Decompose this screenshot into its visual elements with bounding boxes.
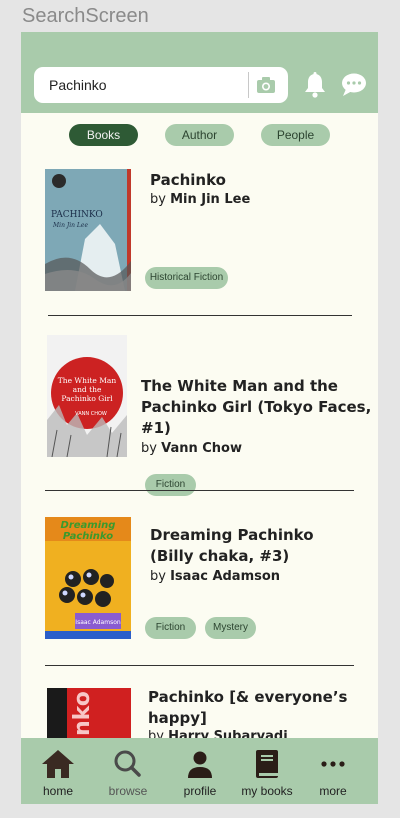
bottom-nav: home browse profile my books more — [21, 738, 378, 804]
nav-browse-label: browse — [108, 784, 148, 798]
book-title-line[interactable]: Pachinko — [150, 170, 226, 191]
cover-title-text: Pachinko — [63, 531, 113, 542]
nav-profile-label: profile — [183, 784, 217, 798]
cover-author-text: Min Jin Lee — [52, 222, 88, 229]
chat-icon[interactable] — [340, 72, 368, 98]
cover-title-text: The White Man — [58, 376, 117, 385]
cover-title-text: Dreaming — [61, 520, 116, 531]
book-author[interactable]: by Min Jin Lee — [150, 192, 250, 207]
filter-people-button[interactable]: People — [261, 124, 330, 146]
cover-title-text: and the — [73, 385, 102, 394]
bell-icon[interactable] — [302, 71, 328, 99]
genre-tag[interactable]: Mystery — [205, 617, 256, 639]
cover-title-text: PACHINKO — [51, 210, 103, 220]
nav-profile[interactable]: profile — [165, 738, 235, 804]
genre-tag[interactable]: Fiction — [145, 617, 196, 639]
filter-author-button[interactable]: Author — [165, 124, 234, 146]
nav-more[interactable]: more — [298, 738, 368, 804]
genre-tag[interactable]: Historical Fiction — [145, 267, 228, 289]
phone-frame: Pachinko Books Author People PACHINKO Mi… — [21, 32, 378, 804]
nav-my-books-label: my books — [241, 784, 293, 798]
home-icon — [42, 750, 74, 778]
book-cover-image[interactable]: Dreaming Pachinko Isaac Adamson — [45, 517, 131, 639]
book-title-line[interactable]: #1) — [141, 418, 371, 439]
cover-author-text: Isaac Adamson — [75, 619, 121, 626]
cover-author-text: VANN CHOW — [75, 411, 107, 417]
cover-title-text: nko — [70, 691, 95, 736]
result-divider — [45, 665, 354, 666]
book-author[interactable]: by Isaac Adamson — [150, 569, 280, 584]
book-title-line[interactable]: happy] — [148, 708, 347, 729]
search-input[interactable]: Pachinko — [34, 67, 288, 103]
more-icon — [321, 761, 345, 767]
search-input-value[interactable]: Pachinko — [49, 77, 107, 93]
book-title-line[interactable]: Pachinko Girl (Tokyo Faces, — [141, 397, 371, 418]
book-title-line[interactable]: Dreaming Pachinko — [150, 525, 314, 546]
book-cover-image[interactable]: PACHINKO Min Jin Lee — [45, 169, 131, 291]
book-result-item[interactable]: Dreaming Pachinko Isaac Adamson Dreaming… — [21, 517, 378, 667]
book-result-item[interactable]: PACHINKO Min Jin Lee Pachinko by Min Jin… — [21, 168, 378, 316]
book-author-name[interactable]: Min Jin Lee — [170, 192, 250, 207]
book-by-label: by — [141, 441, 157, 456]
search-divider — [248, 72, 249, 98]
screen-label: SearchScreen — [22, 5, 149, 27]
book-title-line[interactable]: (Billy chaka, #3) — [150, 546, 314, 567]
nav-home-label: home — [42, 784, 74, 798]
book-title[interactable]: Dreaming Pachinko (Billy chaka, #3) — [150, 525, 314, 567]
book-by-label: by — [150, 192, 166, 207]
person-icon — [188, 751, 212, 778]
search-icon — [114, 750, 141, 777]
book-author[interactable]: by Vann Chow — [141, 441, 242, 456]
book-title-line[interactable]: The White Man and the — [141, 376, 371, 397]
book-by-label: by — [150, 569, 166, 584]
book-title-line[interactable]: Pachinko [& everyone’s — [148, 687, 347, 708]
result-divider — [45, 490, 354, 491]
book-title[interactable]: Pachinko [& everyone’s happy] — [148, 687, 347, 729]
book-title[interactable]: Pachinko — [150, 170, 226, 191]
book-result-item[interactable]: The White Man and the Pachinko Girl VANN… — [21, 335, 378, 496]
nav-browse[interactable]: browse — [93, 738, 163, 804]
book-author-name[interactable]: Isaac Adamson — [170, 569, 280, 584]
result-divider — [48, 315, 352, 316]
nav-my-books[interactable]: my books — [232, 738, 302, 804]
app-header: Pachinko — [21, 32, 378, 113]
book-author-name[interactable]: Vann Chow — [161, 441, 242, 456]
genre-tag[interactable]: Fiction — [145, 474, 196, 496]
camera-icon[interactable] — [255, 74, 277, 96]
filter-books-button[interactable]: Books — [69, 124, 138, 146]
book-icon — [256, 750, 278, 778]
book-title[interactable]: The White Man and the Pachinko Girl (Tok… — [141, 376, 371, 439]
cover-title-text: Pachinko Girl — [61, 394, 113, 403]
nav-more-label: more — [319, 784, 347, 798]
nav-home[interactable]: home — [23, 738, 93, 804]
book-cover-image[interactable]: The White Man and the Pachinko Girl VANN… — [47, 335, 127, 457]
